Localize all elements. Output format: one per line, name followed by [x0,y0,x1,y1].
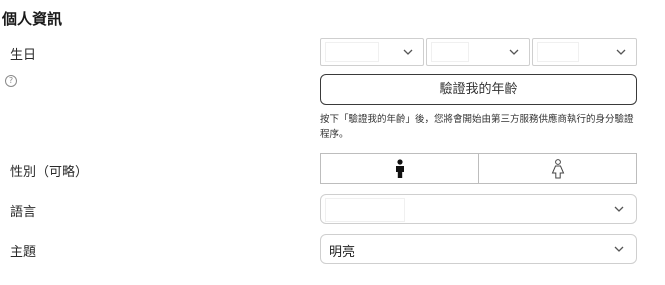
verify-note: 按下「驗證我的年齡」後，您將會開始由第三方服務供應商執行的身分驗證程序。 [320,114,634,140]
verify-age-button[interactable]: 驗證我的年齡 [320,74,637,105]
redacted-value [325,42,379,62]
male-icon [395,158,404,178]
gender-male-button[interactable] [320,153,479,184]
birthday-label: 生日 [10,48,37,63]
chevron-down-icon [509,49,519,55]
chevron-down-icon [614,206,624,212]
female-icon [551,158,564,178]
section-title: 個人資訊 [2,10,63,28]
theme-label: 主題 [10,245,37,260]
theme-select[interactable]: 明亮 [320,234,637,264]
redacted-value [537,42,579,62]
redacted-value [431,42,469,62]
birth-month-select[interactable] [426,38,530,66]
theme-value: 明亮 [329,245,356,260]
chevron-down-icon [403,49,413,55]
gender-female-button[interactable] [478,153,637,184]
birth-day-select[interactable] [532,38,637,66]
chevron-down-icon [616,49,626,55]
language-select[interactable] [320,194,637,224]
gender-label: 性別（可略） [10,165,89,180]
help-circle-icon[interactable]: ? [5,75,17,87]
chevron-down-icon [614,246,624,252]
redacted-value [325,198,405,222]
birth-year-select[interactable] [320,38,424,66]
language-label: 語言 [10,205,37,220]
